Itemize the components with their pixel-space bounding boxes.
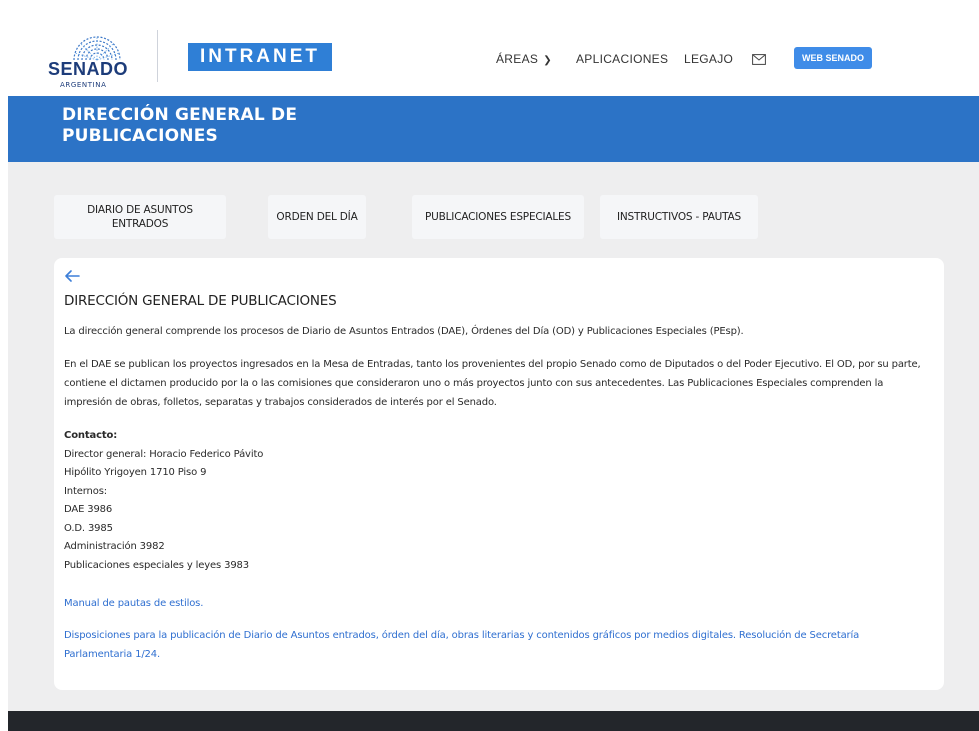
chevron-down-icon: ❯	[543, 55, 552, 66]
tab-instructivos-pautas[interactable]: INSTRUCTIVOS - PAUTAS	[600, 195, 758, 239]
site-header: SENADO ARGENTINA INTRANET ÁREAS ❯ APLICAC…	[8, 16, 979, 96]
contact-line: Administración 3982	[64, 541, 165, 552]
tab-label: DIARIO DE ASUNTOS ENTRADOS	[87, 204, 193, 230]
manual-pautas-link[interactable]: Manual de pautas de estilos.	[64, 594, 203, 613]
contact-line: Director general: Horacio Federico Pávit…	[64, 448, 264, 460]
page-banner: DIRECCIÓN GENERAL DE PUBLICACIONES	[8, 96, 979, 162]
tab-orden-del-dia[interactable]: ORDEN DEL DÍA	[268, 195, 366, 239]
contact-line: DAE 3986	[64, 504, 113, 515]
logo-divider	[157, 30, 158, 82]
intro-paragraph: La dirección general comprende los proce…	[64, 326, 744, 337]
logo-country: ARGENTINA	[60, 81, 107, 89]
disposiciones-link[interactable]: Disposiciones para la publicación de Dia…	[64, 626, 914, 664]
mail-icon[interactable]	[752, 54, 766, 65]
intranet-badge[interactable]: INTRANET	[188, 43, 332, 71]
contact-line: Hipólito Yrigoyen 1710 Piso 9	[64, 467, 207, 478]
logo-name: SENADO	[48, 59, 129, 79]
contact-heading: Contacto:	[64, 430, 118, 441]
contact-line: Publicaciones especiales y leyes 3983	[64, 559, 249, 571]
nav-areas-label: ÁREAS	[496, 52, 539, 66]
tab-publicaciones-especiales[interactable]: PUBLICACIONES ESPECIALES	[412, 195, 584, 239]
arrow-left-icon[interactable]	[64, 270, 80, 282]
web-senado-button[interactable]: WEB SENADO	[794, 47, 872, 69]
contact-line: O.D. 3985	[64, 522, 113, 534]
nav-areas[interactable]: ÁREAS ❯	[496, 52, 552, 66]
senado-logo[interactable]: SENADO ARGENTINA	[48, 26, 168, 89]
top-strip	[8, 0, 979, 16]
contact-line: Internos:	[64, 485, 107, 497]
description-paragraph: En el DAE se publican los proyectos ingr…	[64, 359, 921, 408]
content-card: DIRECCIÓN GENERAL DE PUBLICACIONES La di…	[54, 258, 944, 690]
tab-diario-de-asuntos-entrados[interactable]: DIARIO DE ASUNTOS ENTRADOS	[54, 195, 226, 239]
page: SENADO ARGENTINA INTRANET ÁREAS ❯ APLICAC…	[8, 0, 979, 731]
site-footer	[8, 711, 979, 731]
nav-aplicaciones[interactable]: APLICACIONES	[576, 52, 668, 66]
nav-legajo[interactable]: LEGAJO	[684, 52, 733, 66]
content-title: DIRECCIÓN GENERAL DE PUBLICACIONES	[64, 293, 337, 309]
contact-block: Contacto: Director general: Horacio Fede…	[64, 427, 263, 575]
banner-title: DIRECCIÓN GENERAL DE PUBLICACIONES	[62, 105, 298, 146]
